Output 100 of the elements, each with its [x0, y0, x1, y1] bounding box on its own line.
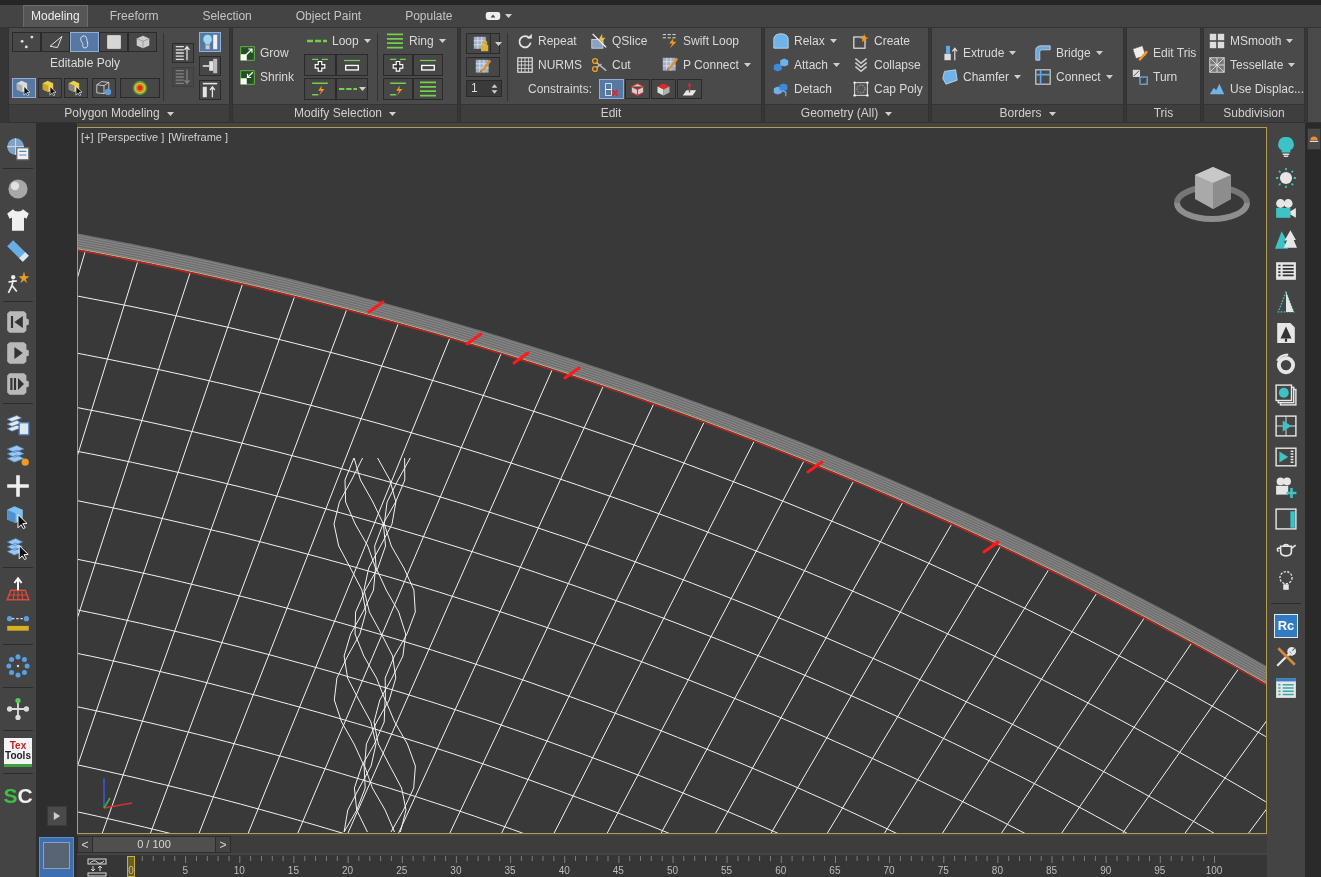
expand-button[interactable] — [46, 806, 67, 826]
sphere-icon[interactable] — [6, 176, 30, 201]
icon-button[interactable] — [383, 78, 413, 100]
gear-bars-icon[interactable] — [6, 371, 30, 396]
command-panel-tab[interactable] — [1307, 128, 1321, 150]
plus-icon[interactable] — [6, 473, 30, 498]
time-ruler[interactable]: 0 5 10 15 20 25 30 35 40 45 50 55 60 65 70 75 80 85 90 95 100 — [77, 855, 1267, 877]
command-button[interactable]: Create — [850, 29, 914, 53]
cube-cursor-icon[interactable] — [6, 504, 30, 529]
split-button[interactable] — [466, 33, 500, 54]
tree-icon[interactable] — [1275, 290, 1297, 313]
sun-icon[interactable] — [1275, 166, 1297, 189]
dots-circle-icon[interactable] — [6, 654, 30, 678]
dotted-ruler-icon[interactable] — [6, 614, 30, 632]
ring-icon[interactable] — [1275, 352, 1297, 375]
bulb-icon[interactable] — [1275, 135, 1297, 158]
time-slider-track[interactable]: < 0 / 100 > — [77, 836, 1267, 853]
preview-button[interactable] — [92, 78, 116, 98]
curve-editor-icon[interactable] — [87, 858, 107, 877]
camera-plus-icon[interactable] — [1275, 476, 1297, 499]
command-button[interactable]: Extrude — [939, 41, 1020, 65]
command-button[interactable]: Cut — [588, 53, 634, 77]
command-button[interactable]: Relax — [770, 29, 840, 53]
icon-button[interactable] — [304, 54, 336, 76]
selection-mode-button[interactable] — [64, 78, 88, 98]
ribbon-tab[interactable]: Selection — [180, 5, 274, 27]
image-stack-icon[interactable] — [1275, 383, 1297, 406]
play-window-icon[interactable] — [1275, 445, 1297, 468]
logo-button[interactable]: SC — [3, 784, 33, 806]
constraint-button[interactable] — [625, 79, 651, 99]
command-button[interactable]: P Connect — [659, 53, 754, 77]
panel-title-button[interactable]: Geometry (All) — [765, 104, 928, 122]
list-icon[interactable] — [1275, 259, 1297, 282]
panel-title-button[interactable]: Polygon Modeling — [9, 104, 229, 122]
command-button[interactable]: Detach — [770, 77, 836, 101]
panel-title-button[interactable]: Edit — [461, 104, 761, 122]
selection-mode-button[interactable] — [12, 78, 36, 98]
logo-tile[interactable]: Tex Tools — [4, 737, 32, 767]
soft-selection-button[interactable] — [120, 78, 160, 98]
display-toggle-button[interactable] — [199, 80, 221, 100]
icon-button[interactable] — [304, 78, 336, 100]
viewport-menu-label[interactable]: [Perspective ] — [97, 131, 165, 145]
cylinder-icon[interactable] — [6, 238, 30, 263]
trees-icon[interactable] — [1275, 229, 1297, 250]
command-button[interactable]: Swift Loop — [659, 29, 743, 53]
previous-frame-button[interactable]: < — [78, 837, 93, 852]
layers-star-icon[interactable] — [6, 442, 30, 467]
icon-button[interactable] — [413, 54, 443, 76]
command-button[interactable]: Shrink — [237, 65, 297, 89]
logo-button[interactable]: Rc — [1274, 613, 1298, 638]
play-frame-icon[interactable] — [1275, 414, 1297, 437]
ribbon-tab[interactable]: Modeling — [23, 5, 88, 27]
gear-play-icon[interactable] — [6, 340, 30, 365]
icon-button[interactable] — [336, 78, 368, 100]
selection-mode-button[interactable] — [38, 78, 62, 98]
command-button[interactable]: Collapse — [850, 53, 924, 77]
command-button[interactable]: Bridge — [1032, 41, 1106, 65]
command-button[interactable]: Chamfer — [939, 65, 1024, 89]
constraint-button[interactable] — [651, 79, 677, 99]
list-window-icon[interactable] — [1275, 676, 1297, 699]
display-toggle-button[interactable] — [199, 56, 221, 76]
viewport-menu-label[interactable]: [+] — [81, 131, 94, 145]
nodes-cross-icon[interactable] — [6, 697, 30, 721]
command-button[interactable]: Use Displac... — [1206, 77, 1308, 101]
icon-button[interactable] — [413, 78, 443, 100]
subobject-button[interactable] — [12, 32, 41, 52]
window-icon[interactable] — [1275, 507, 1297, 530]
command-button[interactable]: Ring — [383, 29, 449, 53]
panel-title-button[interactable]: Subdivision — [1204, 104, 1304, 122]
subobject-button[interactable] — [128, 32, 157, 52]
gear-rewind-icon[interactable] — [6, 309, 30, 334]
display-toggle-button[interactable] — [199, 32, 221, 52]
globe-window-icon[interactable] — [6, 136, 30, 161]
camera-icon[interactable] — [1275, 197, 1297, 220]
viewport-menu-label[interactable]: [Wireframe ] — [168, 131, 229, 145]
icon-button[interactable] — [336, 54, 368, 76]
subobject-button[interactable] — [99, 32, 128, 52]
command-button[interactable]: Tessellate — [1206, 53, 1299, 77]
command-button[interactable]: Loop — [304, 29, 374, 53]
icon-button[interactable] — [466, 57, 500, 77]
next-frame-button[interactable]: > — [215, 837, 230, 852]
panel-title-button[interactable]: Tris — [1127, 104, 1200, 122]
tree-page-icon[interactable] — [1275, 321, 1297, 344]
command-button[interactable]: MSmooth — [1206, 29, 1297, 53]
panel-title-button[interactable]: Borders — [932, 104, 1123, 122]
command-button[interactable]: Cap Poly — [850, 77, 926, 101]
command-button[interactable]: NURMS — [514, 53, 585, 77]
grid-arrow-icon[interactable] — [6, 577, 30, 601]
time-slider-thumb[interactable]: < 0 / 100 > — [77, 836, 231, 853]
command-button[interactable]: Attach — [770, 53, 844, 77]
tools-icon[interactable] — [1275, 645, 1297, 668]
command-button[interactable]: Connect — [1032, 65, 1116, 89]
stack-button[interactable] — [172, 43, 194, 63]
command-button[interactable]: Edit Tris — [1129, 41, 1200, 65]
command-button[interactable]: Repeat — [514, 29, 580, 53]
command-button[interactable]: Grow — [237, 41, 292, 65]
current-frame-marker[interactable] — [127, 856, 135, 877]
shirt-icon[interactable] — [6, 207, 30, 232]
ribbon-tab[interactable]: Populate — [383, 5, 475, 27]
teapot-icon[interactable] — [1275, 542, 1297, 557]
